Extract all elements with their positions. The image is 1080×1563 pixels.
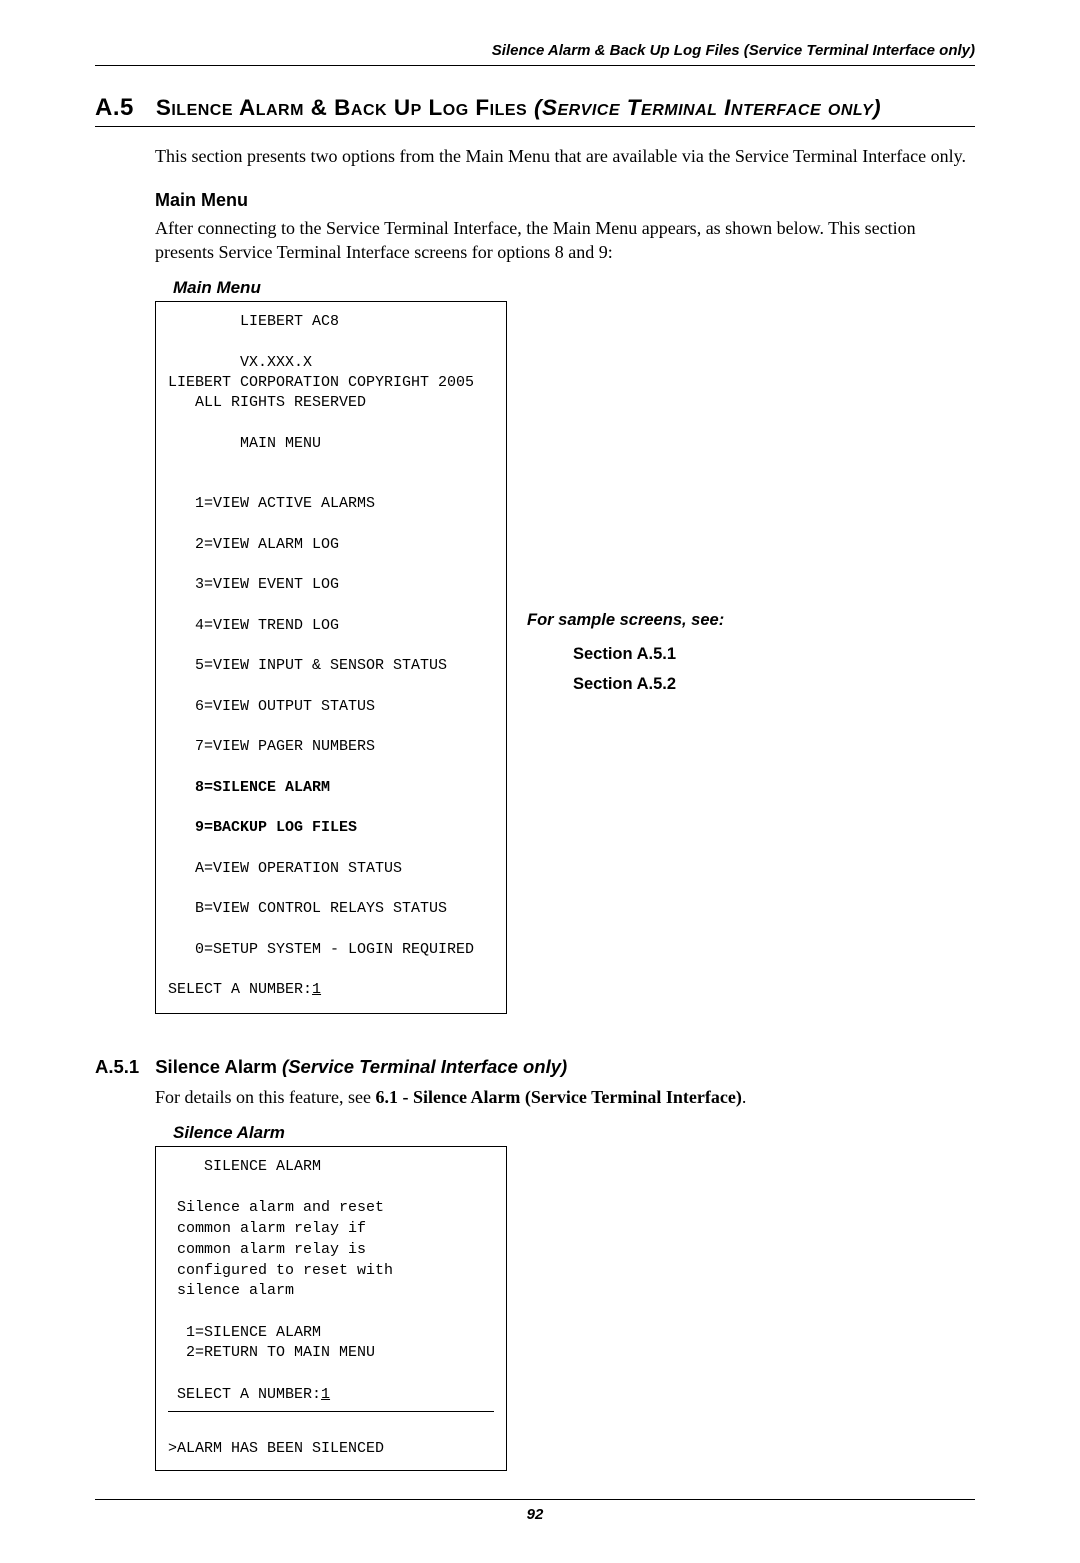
- a51-cross-reference: 6.1 - Silence Alarm (Service Terminal In…: [375, 1087, 741, 1107]
- main-menu-terminal: LIEBERT AC8 VX.XXX.X LIEBERT CORPORATION…: [155, 301, 507, 1014]
- main-menu-input-value: 1: [312, 981, 321, 998]
- silence-alarm-box-label: Silence Alarm: [173, 1123, 975, 1143]
- section-title: Silence Alarm & Back Up Log Files (Servi…: [156, 95, 881, 121]
- a51-paragraph: For details on this feature, see 6.1 - S…: [155, 1086, 975, 1109]
- main-menu-box-label: Main Menu: [173, 278, 975, 298]
- page-number: 92: [527, 1506, 544, 1523]
- terminal-divider: [168, 1411, 494, 1412]
- page-footer: 92: [95, 1499, 975, 1523]
- section-heading: A.5 Silence Alarm & Back Up Log Files (S…: [95, 94, 975, 127]
- silence-alarm-terminal: SILENCE ALARM Silence alarm and reset co…: [155, 1146, 507, 1471]
- intro-paragraph: This section presents two options from t…: [155, 145, 975, 168]
- main-menu-heading: Main Menu: [155, 190, 975, 211]
- section-title-qualifier: (Service Terminal Interface only): [534, 95, 881, 120]
- side-ref-9: Section A.5.2: [573, 670, 724, 700]
- silence-alarm-input-value: 1: [321, 1386, 330, 1403]
- side-ref-8: Section A.5.1: [573, 640, 724, 670]
- subsection-a51-title-italic: (Service Terminal Interface only): [282, 1056, 567, 1077]
- section-title-main: Silence Alarm & Back Up Log Files: [156, 95, 534, 120]
- running-header: Silence Alarm & Back Up Log Files (Servi…: [95, 42, 975, 66]
- subsection-a51-number: A.5.1: [95, 1056, 139, 1077]
- side-heading: For sample screens, see:: [527, 611, 724, 630]
- subsection-a51-title-plain: Silence Alarm: [155, 1056, 282, 1077]
- section-number: A.5: [95, 94, 134, 122]
- main-menu-paragraph: After connecting to the Service Terminal…: [155, 217, 975, 264]
- subsection-a51-heading: A.5.1 Silence Alarm (Service Terminal Int…: [95, 1056, 975, 1078]
- side-references: For sample screens, see: Section A.5.1 S…: [527, 301, 724, 699]
